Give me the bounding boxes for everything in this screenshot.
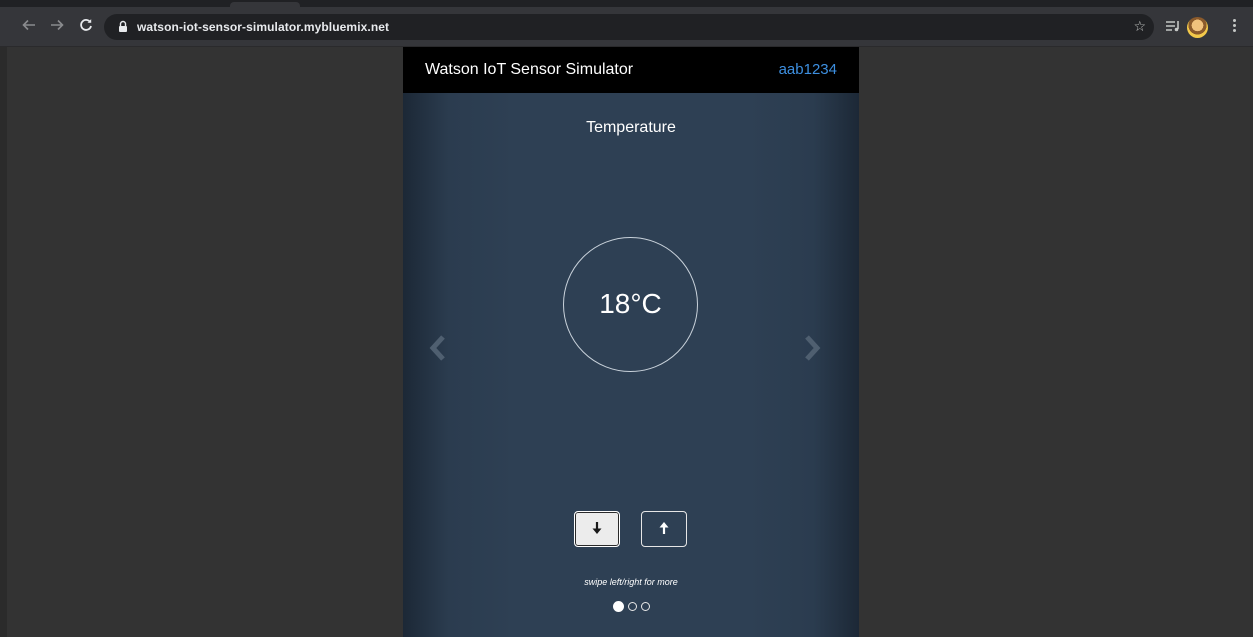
lock-icon[interactable] bbox=[118, 20, 128, 38]
simulator-app: Watson IoT Sensor Simulator aab1234 Temp… bbox=[403, 47, 859, 637]
device-id-link[interactable]: aab1234 bbox=[779, 47, 837, 93]
app-title: Watson IoT Sensor Simulator bbox=[425, 61, 634, 78]
chevron-left-icon[interactable] bbox=[427, 333, 449, 363]
down-arrow-icon bbox=[575, 521, 619, 535]
chevron-right-icon[interactable] bbox=[801, 333, 823, 363]
reload-icon[interactable] bbox=[75, 15, 97, 37]
left-edge bbox=[0, 47, 7, 637]
up-arrow-icon bbox=[642, 521, 686, 535]
url-text[interactable]: watson-iot-sensor-simulator.mybluemix.ne… bbox=[137, 14, 389, 40]
forward-arrow-icon[interactable] bbox=[46, 15, 68, 37]
sensor-title: Temperature bbox=[586, 119, 676, 136]
temperature-gauge: 18°C bbox=[563, 237, 698, 372]
back-arrow-icon[interactable] bbox=[18, 15, 40, 37]
media-queue-icon[interactable] bbox=[1165, 15, 1181, 37]
sensor-value: 18°C bbox=[599, 288, 662, 319]
decrease-button[interactable] bbox=[574, 511, 620, 547]
page-viewport: Watson IoT Sensor Simulator aab1234 Temp… bbox=[0, 47, 1253, 637]
avatar[interactable] bbox=[1187, 17, 1208, 38]
browser-toolbar: watson-iot-sensor-simulator.mybluemix.ne… bbox=[0, 7, 1253, 47]
swipe-hint: swipe left/right for more bbox=[584, 577, 678, 587]
address-bar[interactable]: watson-iot-sensor-simulator.mybluemix.ne… bbox=[104, 14, 1154, 40]
kebab-menu-icon[interactable] bbox=[1228, 17, 1240, 37]
tab-strip bbox=[0, 0, 1253, 7]
page-dot-3[interactable] bbox=[640, 602, 650, 611]
browser-window: watson-iot-sensor-simulator.mybluemix.ne… bbox=[0, 0, 1253, 637]
page-dot-2[interactable] bbox=[627, 602, 637, 611]
star-icon[interactable]: ☆ bbox=[1133, 14, 1146, 40]
page-dot-1[interactable] bbox=[612, 601, 624, 612]
app-header: Watson IoT Sensor Simulator aab1234 bbox=[403, 47, 859, 93]
increase-button[interactable] bbox=[641, 511, 687, 547]
pagination-dots bbox=[403, 601, 859, 612]
